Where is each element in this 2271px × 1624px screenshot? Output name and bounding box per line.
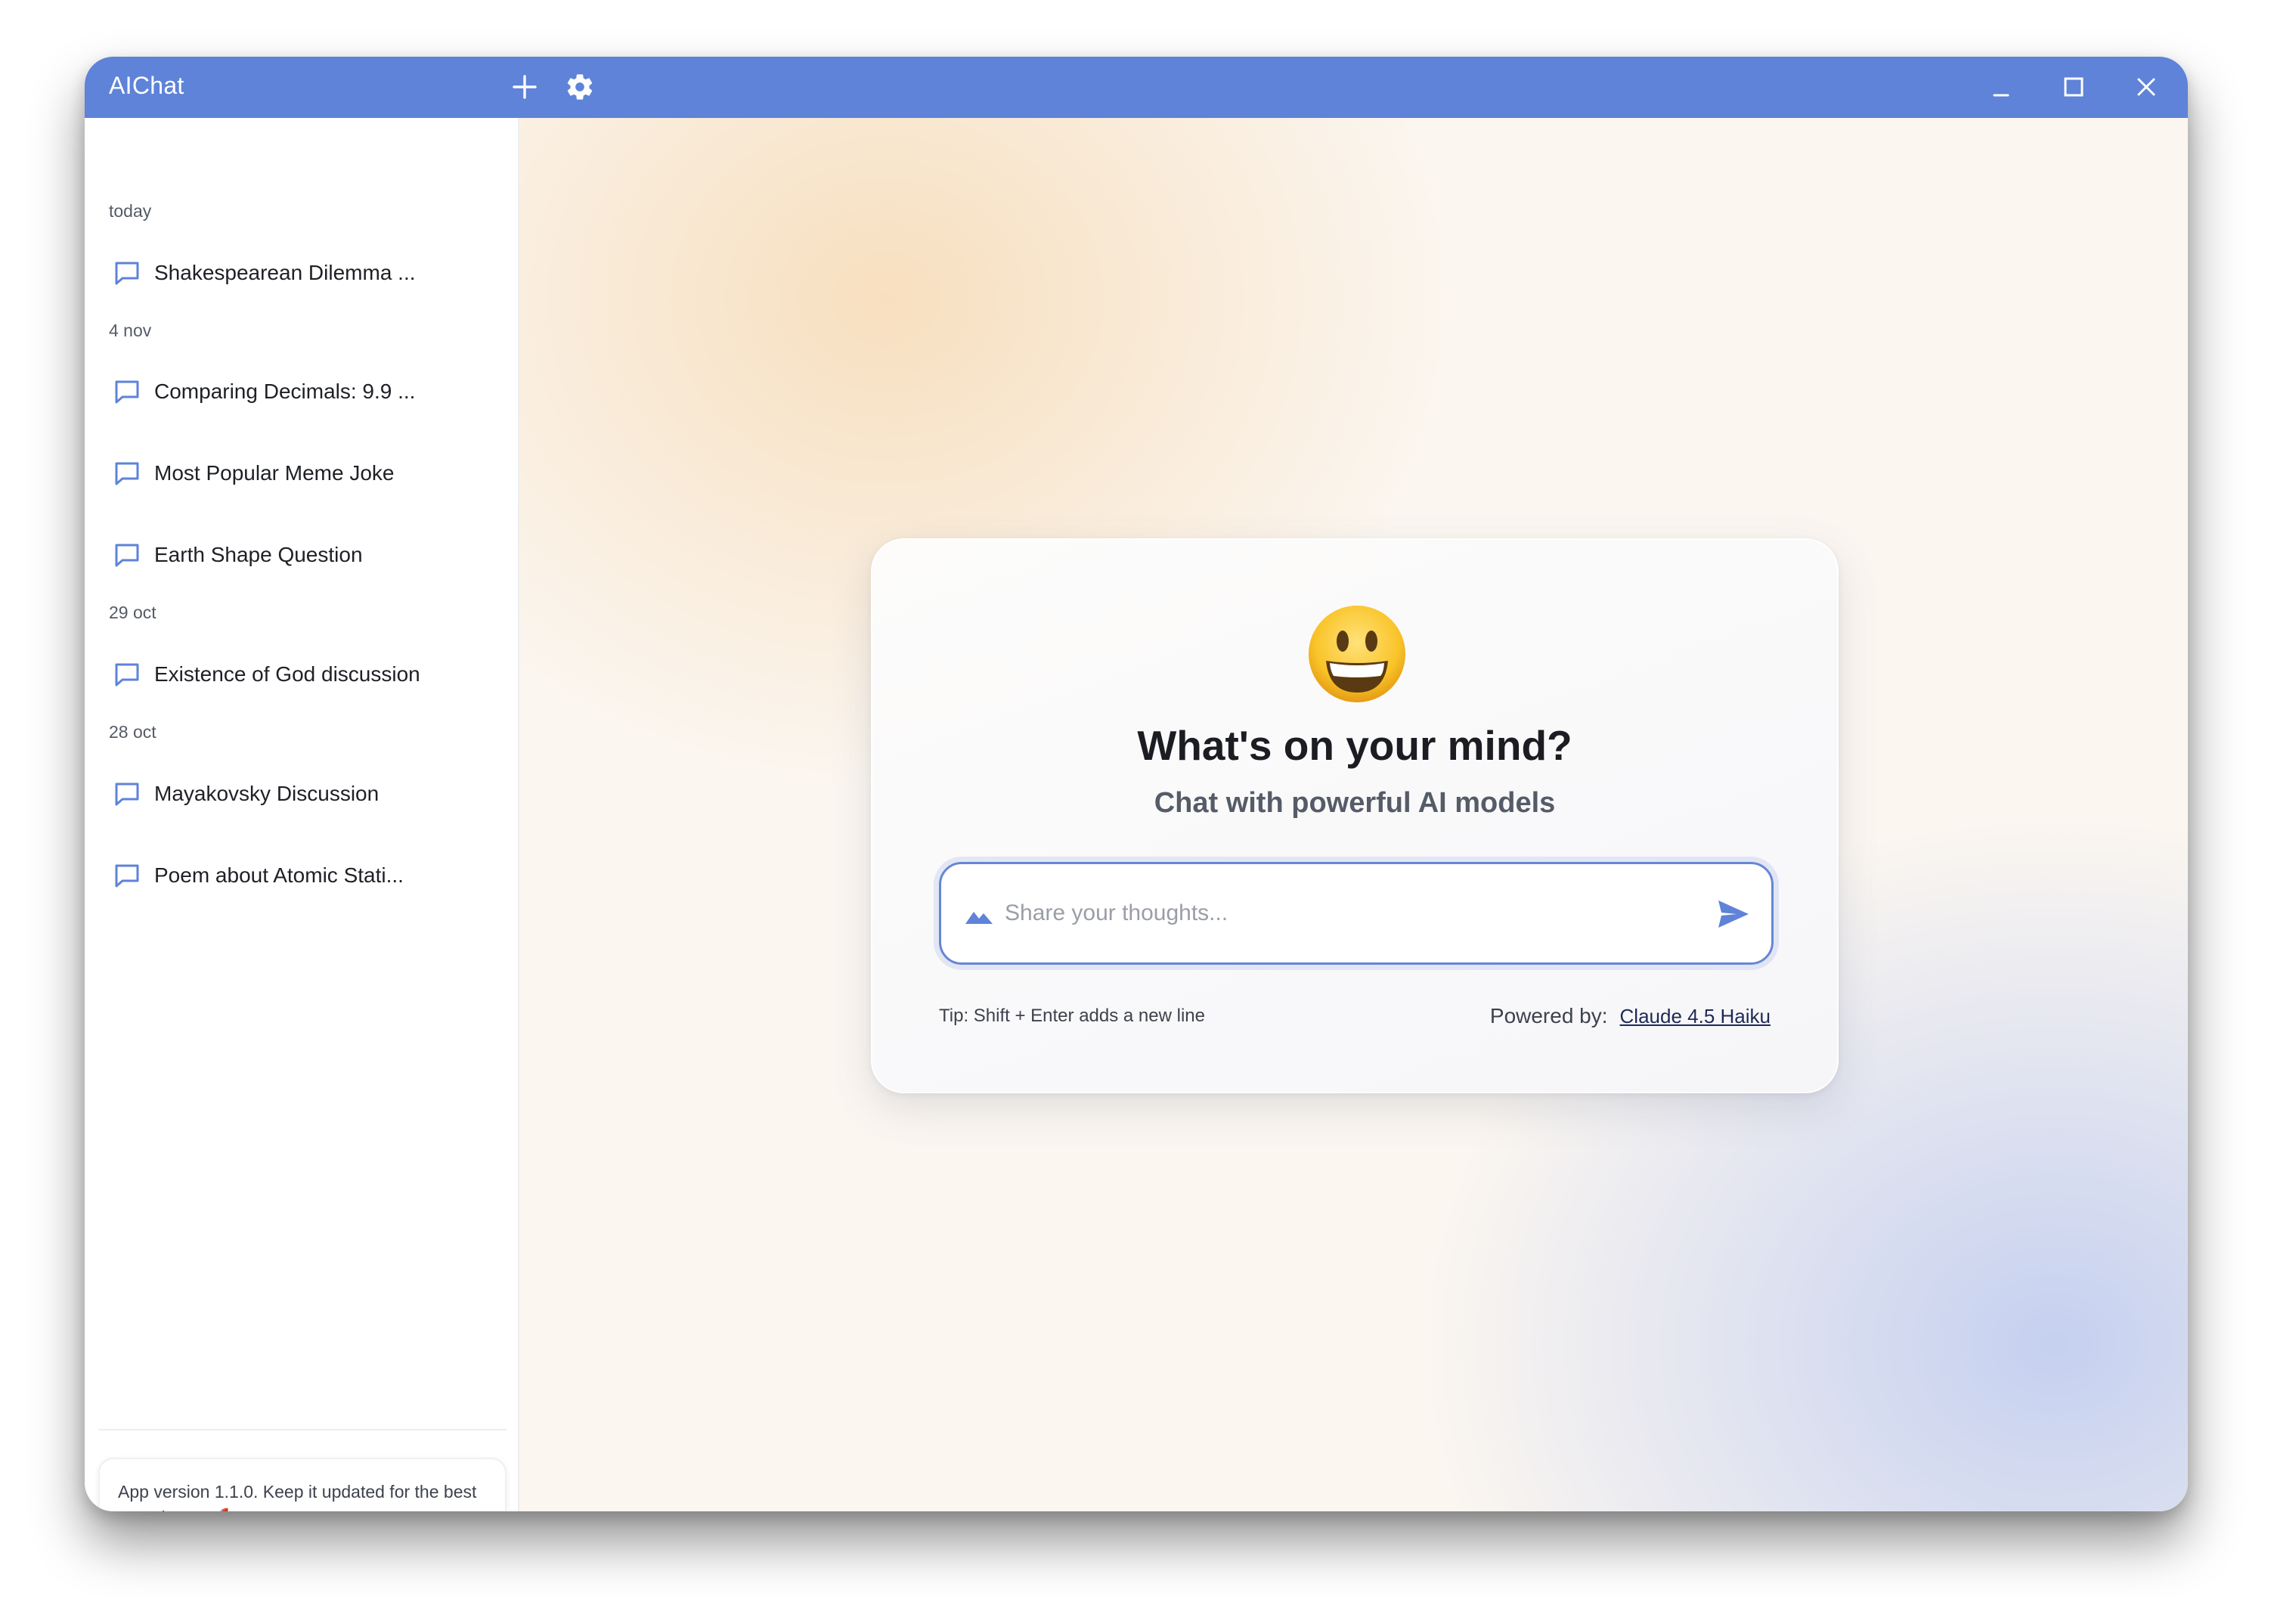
image-attach-icon[interactable]: [964, 899, 994, 929]
chat-bubble-icon: [112, 540, 142, 570]
send-icon: [1718, 900, 1749, 928]
chat-bubble-icon: [112, 860, 142, 891]
chat-input[interactable]: [1005, 887, 1685, 940]
powered-by: Powered by: Claude 4.5 Haiku: [1490, 1004, 1771, 1028]
conversation-item[interactable]: Existence of God discussion: [97, 647, 505, 702]
chat-bubble-icon: [112, 258, 142, 288]
conversation-item[interactable]: Poem about Atomic Stati...: [97, 848, 505, 903]
plus-icon: [513, 75, 537, 99]
chat-bubble-icon: [112, 659, 142, 690]
conversation-title: Comparing Decimals: 9.9 ...: [154, 380, 416, 403]
sidebar-divider: [98, 1429, 507, 1430]
chat-input-box: [939, 862, 1774, 965]
conversation-title: Shakespearean Dilemma ...: [154, 261, 416, 284]
close-icon: [2137, 78, 2155, 96]
minimize-button[interactable]: [1980, 66, 2022, 108]
send-button[interactable]: [1711, 891, 1756, 937]
conversation-item[interactable]: Earth Shape Question: [97, 528, 505, 582]
input-tip: Tip: Shift + Enter adds a new line: [939, 1006, 1205, 1026]
conversation-title: Existence of God discussion: [154, 662, 420, 686]
minimize-icon: [1993, 94, 2009, 97]
conversation-title: Mayakovsky Discussion: [154, 782, 380, 805]
conversation-item[interactable]: Shakespearean Dilemma ...: [97, 246, 505, 300]
gear-icon: [567, 74, 593, 100]
powered-by-label: Powered by:: [1489, 1004, 1608, 1027]
model-selector-link[interactable]: Claude 4.5 Haiku: [1620, 1005, 1771, 1028]
chat-bubble-icon: [112, 779, 142, 809]
date-group-label: 4 nov: [109, 321, 152, 340]
grinning-face-icon: [1309, 606, 1405, 702]
date-group-label: 29 oct: [109, 603, 156, 622]
conversation-item[interactable]: Most Popular Meme Joke: [97, 446, 505, 501]
title-bar: AIChat: [85, 57, 2188, 118]
conversation-title: Poem about Atomic Stati...: [154, 863, 404, 887]
sidebar: today Shakespearean Dilemma ... 4 nov Co…: [85, 118, 519, 1511]
chat-bubble-icon: [112, 458, 142, 488]
welcome-headline: What's on your mind?: [1137, 722, 1572, 769]
conversation-item[interactable]: Comparing Decimals: 9.9 ...: [97, 364, 505, 419]
new-chat-button[interactable]: [503, 66, 546, 108]
settings-button[interactable]: [559, 66, 601, 108]
conversation-item[interactable]: Mayakovsky Discussion: [97, 767, 505, 821]
app-version-note: App version 1.1.0. Keep it updated for t…: [98, 1458, 507, 1511]
app-title: AIChat: [109, 72, 184, 99]
maximize-button[interactable]: [2053, 66, 2095, 108]
welcome-card: What's on your mind? Chat with powerful …: [871, 538, 1839, 1093]
welcome-subheadline: Chat with powerful AI models: [1154, 787, 1556, 819]
date-group-label: today: [109, 201, 152, 221]
maximize-icon: [2064, 77, 2084, 97]
conversation-title: Most Popular Meme Joke: [154, 461, 395, 485]
conversation-title: Earth Shape Question: [154, 543, 363, 566]
close-button[interactable]: [2125, 66, 2167, 108]
chat-bubble-icon: [112, 377, 142, 407]
date-group-label: 28 oct: [109, 722, 156, 742]
